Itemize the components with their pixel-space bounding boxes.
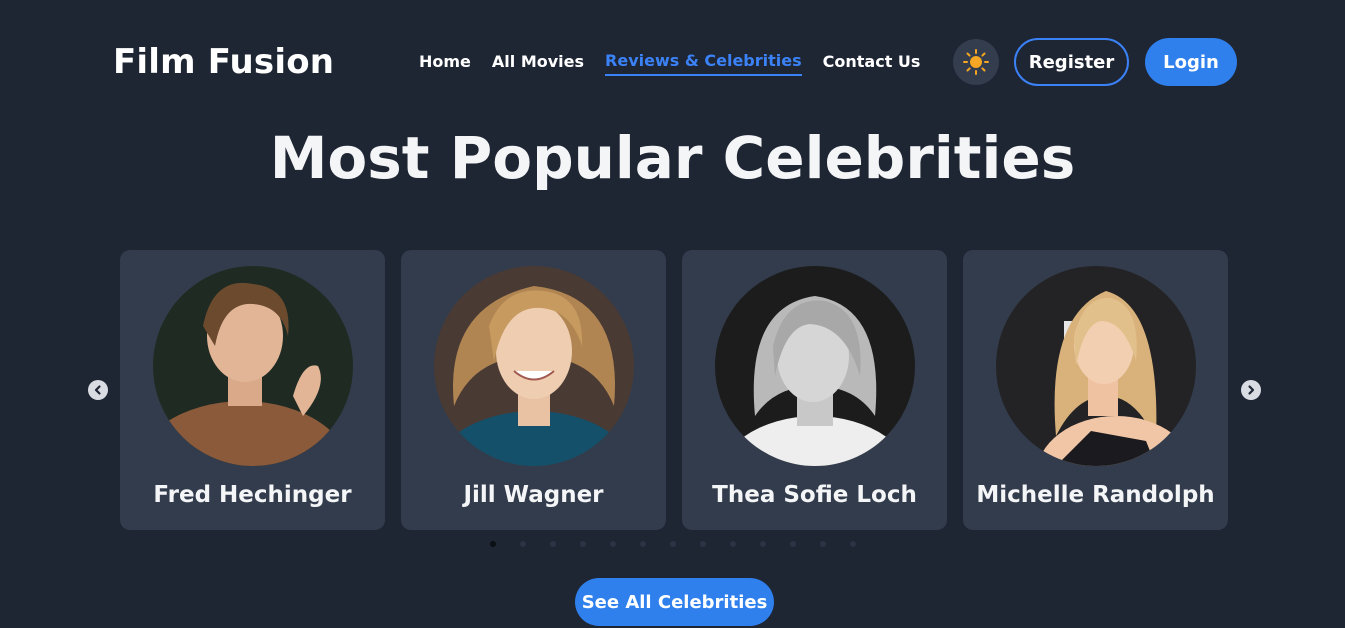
section-title: Most Popular Celebrities <box>269 124 1076 192</box>
chevron-left-icon <box>94 385 101 395</box>
pagination-dot[interactable] <box>489 541 496 547</box>
celebrity-name: Thea Sofie Loch <box>712 482 917 508</box>
brand-logo[interactable]: Film Fusion <box>113 41 334 83</box>
pagination-dot[interactable] <box>519 541 526 547</box>
pagination-dot[interactable] <box>759 541 766 547</box>
navbar: Film Fusion Home All Movies Reviews & Ce… <box>0 0 1345 125</box>
celebrity-name: Fred Hechinger <box>153 482 352 508</box>
celebrity-photo <box>434 266 634 466</box>
pagination-dot[interactable] <box>789 541 796 547</box>
pagination-dot[interactable] <box>819 541 826 547</box>
nav-link-reviews-celebrities[interactable]: Reviews & Celebrities <box>605 50 802 76</box>
celebrity-carousel: Fred Hechinger Jill Wagner Thea Sofie Lo… <box>0 250 1345 530</box>
celebrity-photo <box>153 266 353 466</box>
celebrity-photo <box>996 266 1196 466</box>
pagination-dot[interactable] <box>669 541 676 547</box>
celebrity-name: Michelle Randolph <box>976 482 1215 508</box>
carousel-next-button[interactable] <box>1241 380 1261 400</box>
celebrity-card[interactable]: Thea Sofie Loch <box>682 250 947 530</box>
nav-link-all-movies[interactable]: All Movies <box>492 51 584 75</box>
theme-toggle-button[interactable] <box>953 39 999 85</box>
sun-icon <box>963 49 989 75</box>
login-button[interactable]: Login <box>1145 38 1237 86</box>
celebrity-card[interactable]: Michelle Randolph <box>963 250 1228 530</box>
pagination-dot[interactable] <box>699 541 706 547</box>
register-button[interactable]: Register <box>1014 38 1129 86</box>
celebrity-card[interactable]: Fred Hechinger <box>120 250 385 530</box>
celebrity-photo <box>715 266 915 466</box>
pagination-dot[interactable] <box>849 541 856 547</box>
nav-link-contact-us[interactable]: Contact Us <box>823 51 921 75</box>
nav-link-home[interactable]: Home <box>419 51 471 75</box>
pagination-dot[interactable] <box>549 541 556 547</box>
carousel-prev-button[interactable] <box>88 380 108 400</box>
pagination-dot[interactable] <box>609 541 616 547</box>
pagination-dot[interactable] <box>579 541 586 547</box>
pagination-dot[interactable] <box>639 541 646 547</box>
carousel-pagination <box>0 541 1345 547</box>
pagination-dot[interactable] <box>729 541 736 547</box>
see-all-celebrities-button[interactable]: See All Celebrities <box>575 578 774 626</box>
celebrity-name: Jill Wagner <box>463 482 604 508</box>
chevron-right-icon <box>1248 385 1255 395</box>
main-nav: Home All Movies Reviews & Celebrities Co… <box>419 50 920 76</box>
celebrity-card[interactable]: Jill Wagner <box>401 250 666 530</box>
